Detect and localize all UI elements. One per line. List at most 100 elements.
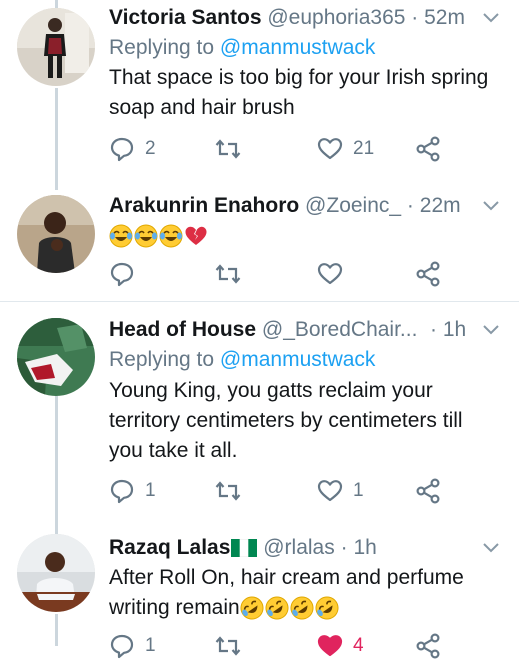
like-button[interactable]: 4 <box>317 632 364 660</box>
display-name[interactable]: Head of House <box>109 318 256 341</box>
like-count: 4 <box>353 635 364 656</box>
user-handle[interactable]: @Zoeinc_ <box>305 194 401 217</box>
chevron-down-icon[interactable] <box>482 12 500 24</box>
retweet-arrows-icon <box>215 636 241 656</box>
replying-to-prefix: Replying to <box>109 36 220 59</box>
rolling-on-the-floor-laughing-icon <box>265 596 289 620</box>
tweet-text-line-with-emoji: writing remain <box>109 593 504 623</box>
retweet-button[interactable] <box>215 260 241 288</box>
heart-icon <box>317 263 343 285</box>
reply-button[interactable]: 1 <box>109 477 156 505</box>
separator-dot: · <box>406 194 414 217</box>
like-count: 1 <box>353 480 364 501</box>
tweet-text-line: soap and hair brush <box>109 96 295 119</box>
retweet-arrows-icon <box>215 139 241 159</box>
display-name[interactable]: Victoria Santos <box>109 6 262 29</box>
timestamp[interactable]: 1h <box>443 318 466 341</box>
timestamp[interactable]: 52m <box>424 6 465 29</box>
share-nodes-icon <box>416 633 440 659</box>
replying-to-prefix: Replying to <box>109 348 220 371</box>
face-with-tears-of-joy-icon <box>134 224 158 248</box>
avatar[interactable] <box>17 534 95 612</box>
tweet-actions: 2 21 <box>109 135 509 163</box>
reply-button[interactable] <box>109 260 135 288</box>
face-with-tears-of-joy-icon <box>159 224 183 248</box>
tweet-header: Head of House @_BoredChair... <box>109 315 417 345</box>
share-button[interactable] <box>415 477 441 505</box>
retweet-button[interactable] <box>215 135 241 163</box>
tweet-header: Razaq Lalas @rlalas · 1h <box>109 533 377 563</box>
broken-heart-icon <box>185 227 207 246</box>
nigeria-flag-icon <box>231 539 258 558</box>
tweet-text: Young King, you gatts reclaim your terri… <box>109 376 504 466</box>
like-button[interactable]: 21 <box>317 135 374 163</box>
chevron-down-icon[interactable] <box>482 324 500 336</box>
timestamp[interactable]: 22m <box>420 194 461 217</box>
avatar[interactable] <box>17 318 95 396</box>
rolling-on-the-floor-laughing-icon <box>240 596 264 620</box>
tweet-text-line: Young King, you gatts reclaim your <box>109 379 433 402</box>
tweet-actions: 1 4 <box>109 632 509 660</box>
reply-count: 1 <box>145 480 156 501</box>
reply-count: 2 <box>145 138 156 159</box>
retweet-button[interactable] <box>215 477 241 505</box>
tweet-actions <box>109 260 509 288</box>
share-button[interactable] <box>415 135 441 163</box>
speech-bubble-icon <box>110 262 134 287</box>
tweet-text-line: territory centimeters by centimeters til… <box>109 409 463 432</box>
conversation-timeline: Victoria Santos @euphoria365 · 52m Reply… <box>0 0 519 659</box>
user-handle[interactable]: @euphoria365 <box>267 6 405 29</box>
tweet-text: After Roll On, hair cream and perfume wr… <box>109 563 504 623</box>
avatar[interactable] <box>17 8 95 86</box>
face-with-tears-of-joy-icon <box>109 224 133 248</box>
like-button[interactable]: 1 <box>317 477 364 505</box>
avatar[interactable] <box>17 195 95 273</box>
rolling-on-the-floor-laughing-icon <box>315 596 339 620</box>
reply-button[interactable]: 1 <box>109 632 156 660</box>
tweet[interactable]: Arakunrin Enahoro @Zoeinc_ · 22m <box>0 190 519 300</box>
share-button[interactable] <box>415 632 441 660</box>
tweet-text-line: writing remain <box>109 596 240 619</box>
user-handle[interactable]: @rlalas <box>263 536 335 559</box>
separator-dot: · <box>411 6 419 29</box>
tweet-text: That space is too big for your Irish spr… <box>109 63 504 123</box>
heart-icon <box>317 480 343 502</box>
chevron-down-icon[interactable] <box>482 542 500 554</box>
retweet-arrows-icon <box>215 481 241 501</box>
share-nodes-icon <box>416 478 440 504</box>
tweet-text <box>109 221 504 251</box>
tweet[interactable]: Head of House @_BoredChair... · 1h Reply… <box>0 302 519 522</box>
tweet-time: · 1h <box>430 315 466 345</box>
reply-button[interactable]: 2 <box>109 135 156 163</box>
emoji-group <box>240 596 340 620</box>
heart-icon <box>317 635 343 657</box>
share-button[interactable] <box>415 260 441 288</box>
replying-to: Replying to @manmustwack <box>109 33 375 63</box>
speech-bubble-icon <box>110 479 134 504</box>
tweet[interactable]: Victoria Santos @euphoria365 · 52m Reply… <box>0 0 519 190</box>
chevron-down-icon[interactable] <box>482 200 500 212</box>
replying-to: Replying to @manmustwack <box>109 345 375 375</box>
tweet-header: Arakunrin Enahoro @Zoeinc_ · 22m <box>109 191 461 221</box>
speech-bubble-icon <box>110 137 134 162</box>
tweet[interactable]: Razaq Lalas @rlalas · 1h After Roll On, … <box>0 522 519 659</box>
user-handle[interactable]: @_BoredChair... <box>262 318 418 341</box>
display-name[interactable]: Razaq Lalas <box>109 536 230 559</box>
tweet-actions: 1 1 <box>109 477 509 505</box>
tweet-text-line: you take it all. <box>109 439 238 462</box>
rolling-on-the-floor-laughing-icon <box>290 596 314 620</box>
retweet-arrows-icon <box>215 264 241 284</box>
heart-icon <box>317 138 343 160</box>
mention-link[interactable]: @manmustwack <box>220 36 376 59</box>
timestamp[interactable]: 1h <box>353 536 376 559</box>
display-name[interactable]: Arakunrin Enahoro <box>109 194 299 217</box>
share-nodes-icon <box>416 261 440 287</box>
tweet-header: Victoria Santos @euphoria365 · 52m <box>109 3 465 33</box>
share-nodes-icon <box>416 136 440 162</box>
like-button[interactable] <box>317 260 343 288</box>
speech-bubble-icon <box>110 634 134 659</box>
retweet-button[interactable] <box>215 632 241 660</box>
separator-dot: · <box>430 318 437 341</box>
thread-connector-line <box>55 0 58 8</box>
mention-link[interactable]: @manmustwack <box>220 348 376 371</box>
